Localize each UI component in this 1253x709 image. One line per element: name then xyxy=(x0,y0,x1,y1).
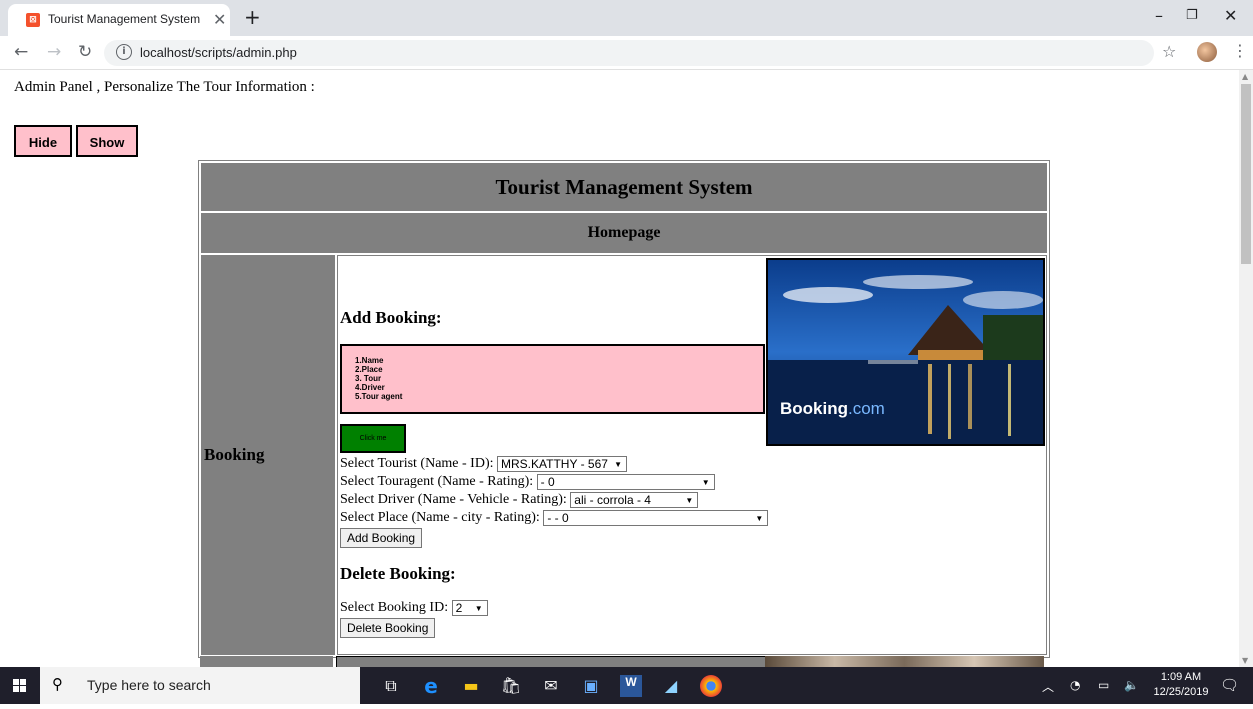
browser-tab[interactable]: ⊠ Tourist Management System ✕ xyxy=(8,4,230,36)
taskbar-clock[interactable]: 1:09 AM 12/25/2019 xyxy=(1150,670,1212,700)
windows-logo-icon xyxy=(13,679,26,692)
dropdown-arrow-icon: ▼ xyxy=(755,514,764,523)
booking-section-label: Booking xyxy=(201,255,335,655)
tab-title: Tourist Management System xyxy=(48,12,201,26)
place-select-value: - - 0 xyxy=(547,511,569,525)
start-button[interactable] xyxy=(0,667,40,704)
file-explorer-icon[interactable]: ▬ xyxy=(460,675,482,697)
booking-info-box: 1.Name 2.Place 3. Tour 4.Driver 5.Tour a… xyxy=(340,344,765,414)
tourist-row: Select Tourist (Name - ID): MRS.KATTHY -… xyxy=(340,456,627,472)
delete-booking-button[interactable]: Delete Booking xyxy=(340,618,436,638)
next-section-box xyxy=(336,656,766,667)
profile-avatar[interactable] xyxy=(1197,42,1217,62)
touragent-row: Select Touragent (Name - Rating): - 0 ▼ xyxy=(340,474,715,490)
driver-label: Select Driver (Name - Vehicle - Rating): xyxy=(340,492,567,508)
next-section-label xyxy=(200,656,333,667)
xampp-favicon-icon: ⊠ xyxy=(26,13,40,27)
place-select[interactable]: - - 0 ▼ xyxy=(543,510,769,526)
show-button[interactable]: Show xyxy=(76,125,138,157)
address-bar[interactable]: i localhost/scripts/admin.php xyxy=(104,40,1154,66)
edge-icon[interactable]: e xyxy=(420,675,442,697)
tray-chevron-icon[interactable]: ︿ xyxy=(1042,678,1054,695)
driver-select[interactable]: ali - corrola - 4 ▼ xyxy=(570,492,699,508)
volume-icon[interactable]: 🔈 xyxy=(1124,678,1139,692)
admin-intro-text: Admin Panel , Personalize The Tour Infor… xyxy=(14,79,315,95)
clock-time: 1:09 AM xyxy=(1160,671,1202,683)
page-viewport: Admin Panel , Personalize The Tour Infor… xyxy=(0,70,1239,667)
clock-date: 12/25/2019 xyxy=(1153,686,1209,698)
page-title: Tourist Management System xyxy=(201,163,1047,211)
minimize-button[interactable]: – xyxy=(1155,6,1163,25)
click-me-button[interactable]: Click me xyxy=(340,424,406,453)
tourist-select-value: MRS.KATTHY - 567 xyxy=(501,457,608,471)
booking-photo: Booking.com xyxy=(766,258,1045,446)
touragent-select[interactable]: - 0 ▼ xyxy=(536,474,715,490)
list-item: 1.Name xyxy=(355,356,384,365)
scroll-up-icon[interactable]: ▲ xyxy=(1242,72,1248,81)
store-icon[interactable]: 🛍 xyxy=(500,675,522,697)
network-app-icon[interactable]: ▣ xyxy=(580,675,602,697)
tourist-label: Select Tourist (Name - ID): xyxy=(340,456,494,472)
menu-kebab-icon[interactable]: ⋮ xyxy=(1232,41,1248,60)
place-row: Select Place (Name - city - Rating): - -… xyxy=(340,510,769,526)
place-label: Select Place (Name - city - Rating): xyxy=(340,510,540,526)
scrollbar-thumb[interactable] xyxy=(1241,84,1251,264)
new-tab-button[interactable]: + xyxy=(244,5,261,29)
touragent-select-value: - 0 xyxy=(540,475,555,489)
tourist-select[interactable]: MRS.KATTHY - 567 ▼ xyxy=(497,456,627,472)
driver-row: Select Driver (Name - Vehicle - Rating):… xyxy=(340,492,699,508)
dropdown-arrow-icon: ▼ xyxy=(474,604,483,613)
notes-icon[interactable]: ◢ xyxy=(660,675,682,697)
dropdown-arrow-icon: ▼ xyxy=(614,460,622,469)
forward-arrow-icon[interactable]: → xyxy=(47,42,61,62)
reload-icon[interactable]: ↻ xyxy=(78,42,92,62)
maximize-button[interactable]: ❐ xyxy=(1186,8,1198,23)
search-placeholder[interactable]: Type here to search xyxy=(87,677,211,693)
dropdown-arrow-icon: ▼ xyxy=(685,496,694,505)
address-url[interactable]: localhost/scripts/admin.php xyxy=(140,45,297,60)
browser-toolbar: ← → ↻ i localhost/scripts/admin.php xyxy=(0,36,1253,70)
scroll-down-icon[interactable]: ▼ xyxy=(1242,656,1248,665)
booking-logo-text: Booking.com xyxy=(780,399,885,418)
list-item: 5.Tour agent xyxy=(355,392,403,401)
browser-tab-bar: ⊠ Tourist Management System ✕ + – ❐ ✕ xyxy=(0,0,1253,36)
windows-taskbar: ⚲ Type here to search ⧉ e ▬ 🛍 ✉ ▣ W ◢ ︿ … xyxy=(0,667,1253,704)
booking-id-row: Select Booking ID: 2 ▼ xyxy=(340,600,488,616)
task-view-icon[interactable]: ⧉ xyxy=(380,675,402,697)
mail-icon[interactable]: ✉ xyxy=(540,675,562,697)
word-icon[interactable]: W xyxy=(620,675,642,697)
add-booking-button[interactable]: Add Booking xyxy=(340,528,423,548)
list-item: 3. Tour xyxy=(355,374,382,383)
list-item: 4.Driver xyxy=(355,383,385,392)
booking-id-select-value: 2 xyxy=(455,601,463,615)
booking-id-label: Select Booking ID: xyxy=(340,600,449,616)
homepage-header: Homepage xyxy=(201,213,1047,253)
main-table: Tourist Management System Homepage Booki… xyxy=(198,160,1050,658)
hide-button[interactable]: Hide xyxy=(14,125,72,157)
next-section-photo xyxy=(765,656,1044,667)
info-icon[interactable]: i xyxy=(116,44,132,60)
back-arrow-icon[interactable]: ← xyxy=(14,42,28,62)
resort-image: Booking.com xyxy=(768,260,1043,444)
notifications-icon[interactable]: 🗨 xyxy=(1220,676,1239,694)
touragent-label: Select Touragent (Name - Rating): xyxy=(340,474,534,490)
search-icon: ⚲ xyxy=(52,675,63,693)
delete-booking-title: Delete Booking: xyxy=(340,564,456,583)
page-scrollbar[interactable]: ▲ ▼ xyxy=(1239,70,1253,667)
driver-select-value: ali - corrola - 4 xyxy=(574,493,651,507)
booking-id-select[interactable]: 2 ▼ xyxy=(451,600,488,616)
dropdown-arrow-icon: ▼ xyxy=(701,478,710,487)
taskbar-search-box[interactable]: ⚲ Type here to search xyxy=(40,667,360,704)
list-item: 2.Place xyxy=(355,365,383,374)
booking-content-cell: Booking.com Add Booking: 1.Name 2.Place … xyxy=(337,255,1047,655)
close-window-button[interactable]: ✕ xyxy=(1224,6,1237,25)
add-booking-title: Add Booking: xyxy=(340,308,442,327)
chrome-icon[interactable] xyxy=(700,675,722,697)
battery-icon[interactable]: ▭ xyxy=(1098,678,1109,692)
tab-close-icon[interactable]: ✕ xyxy=(213,10,226,29)
bookmark-star-icon[interactable]: ☆ xyxy=(1162,42,1176,61)
network-icon[interactable]: ◔ xyxy=(1070,678,1080,692)
